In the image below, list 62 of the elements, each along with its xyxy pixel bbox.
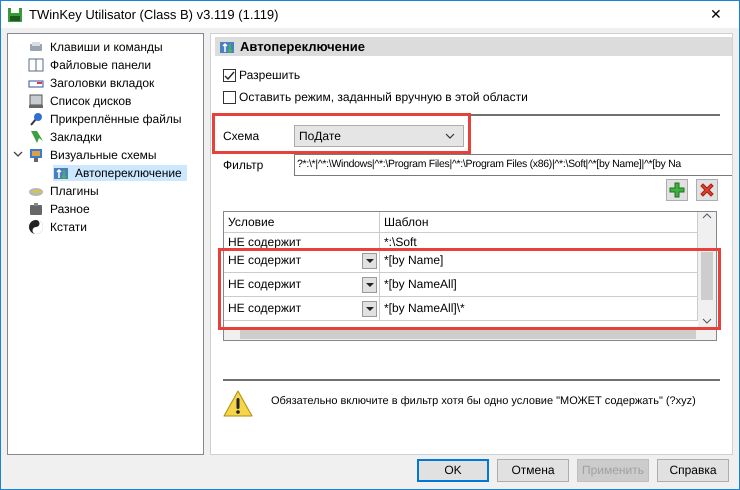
chevron-icon[interactable] bbox=[13, 149, 23, 160]
window-title: TWinKey Utilisator (Class B) v3.119 (1.119) bbox=[29, 6, 278, 22]
table-cell: *:\Soft bbox=[384, 235, 417, 248]
scroll-down-icon bbox=[702, 317, 712, 325]
dialog-button[interactable]: OK bbox=[417, 459, 489, 482]
tree-item[interactable]: Список дисков bbox=[28, 92, 136, 110]
plus-icon bbox=[669, 182, 685, 198]
column-header: Условие bbox=[224, 212, 380, 233]
column-header: Шаблон bbox=[380, 212, 698, 233]
table-cell: *[by NameAll]\* bbox=[384, 301, 465, 316]
checkbox-label: Оставить режим, заданный вручную в этой области bbox=[239, 90, 528, 104]
pin-icon bbox=[28, 110, 44, 127]
briefcase-icon bbox=[28, 200, 44, 217]
checkbox-label: Разрешить bbox=[239, 68, 300, 82]
filter-label: Фильтр bbox=[223, 158, 264, 172]
tree-item[interactable]: Визуальные схемы bbox=[28, 146, 162, 164]
filter-field[interactable]: ?*:\*|^*:\Windows|^*:\Program Files|^*:\Program Files (x86)|^*:\Soft|^*[by Name]|^*[by Na bbox=[294, 154, 732, 176]
delete-button[interactable] bbox=[696, 179, 718, 201]
floppy-icon bbox=[7, 6, 23, 22]
warning-icon bbox=[223, 389, 253, 418]
caret-icon bbox=[366, 258, 374, 262]
checkbox[interactable] bbox=[223, 90, 236, 104]
tree-item[interactable]: Прикреплённые файлы bbox=[28, 110, 187, 128]
table-cell: НЕ содержит bbox=[228, 277, 302, 292]
close-button[interactable]: ✕ bbox=[693, 6, 739, 23]
scroll-up-icon bbox=[702, 212, 712, 220]
dropdown-button[interactable] bbox=[362, 300, 377, 316]
scheme-label: Схема bbox=[223, 128, 260, 144]
panels-icon bbox=[28, 56, 44, 73]
tree-item[interactable]: Заголовки вкладок bbox=[28, 74, 160, 92]
yin-yang-icon bbox=[28, 218, 44, 235]
tree-item[interactable]: Плагины bbox=[28, 182, 104, 200]
dropdown-button[interactable] bbox=[362, 276, 377, 292]
add-button[interactable] bbox=[666, 179, 688, 201]
warning-text: Обязательно включите в фильтр хотя бы одно условие "МОЖЕТ содержать" (?xyz) bbox=[271, 395, 696, 408]
tree-item[interactable]: Кстати bbox=[28, 218, 92, 236]
tree-item[interactable]: Файловые панели bbox=[28, 56, 156, 74]
table-cell: *[by Name] bbox=[384, 253, 444, 268]
caret-icon bbox=[445, 132, 455, 140]
checkbox[interactable] bbox=[223, 68, 236, 82]
dialog-button[interactable]: Отмена bbox=[497, 459, 569, 482]
vertical-scrollbar[interactable] bbox=[698, 212, 716, 328]
dropdown-button[interactable] bbox=[362, 252, 377, 268]
table-cell: НЕ содержит bbox=[228, 301, 302, 316]
monitor-icon bbox=[28, 146, 44, 163]
caret-icon bbox=[366, 306, 374, 310]
caret-icon bbox=[366, 282, 374, 286]
tree-item[interactable]: Закладки bbox=[28, 128, 107, 146]
monitor-icon bbox=[28, 92, 44, 109]
close-icon bbox=[699, 182, 715, 198]
panel-title: Автопереключение bbox=[240, 38, 365, 54]
dialog-button[interactable]: Справка bbox=[657, 459, 729, 482]
tree-item[interactable]: Разное bbox=[28, 200, 95, 218]
table-cell: НЕ содержит bbox=[228, 253, 302, 268]
table-cell: *[by NameAll] bbox=[384, 277, 457, 292]
scroll-thumb[interactable] bbox=[701, 252, 713, 300]
scroll-thumb[interactable] bbox=[240, 329, 696, 339]
tree-item[interactable]: Автопереключение bbox=[53, 164, 187, 182]
tree-item[interactable]: Клавиши и команды bbox=[28, 38, 168, 56]
bookmark-icon bbox=[28, 128, 44, 145]
scheme-dropdown[interactable]: ПоДате bbox=[294, 125, 464, 147]
check-icon bbox=[224, 70, 235, 80]
